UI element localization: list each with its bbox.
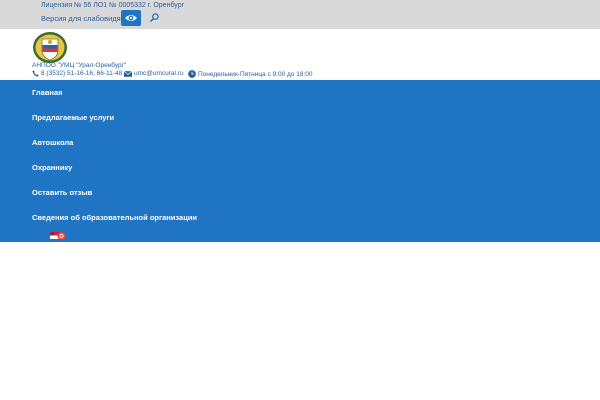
nav-item-feedback[interactable]: Оставить отзыв — [32, 188, 92, 197]
search-button[interactable] — [148, 11, 160, 23]
nav-item-security-guard[interactable]: Охраннику — [32, 163, 72, 172]
coat-of-arms-logo[interactable] — [31, 31, 69, 64]
site-header: АНПОО "УМЦ "Урал-Оренбург" 8 (3532) 51-1… — [0, 29, 600, 80]
nav-item-organization-info[interactable]: Сведения об образовательной организации — [32, 213, 197, 222]
nav-item-driving-school[interactable]: Автошкола — [32, 138, 73, 147]
organization-name: АНПОО "УМЦ "Урал-Оренбург" — [32, 62, 127, 69]
nav-item-services[interactable]: Предлагаемые услуги — [32, 113, 114, 122]
phone-number: 8 (3532) 51-16-16, 66-11-48 — [41, 70, 123, 77]
accessibility-toggle-button[interactable] — [121, 10, 141, 26]
search-icon — [149, 12, 159, 22]
nav-item-home[interactable]: Главная — [32, 88, 63, 97]
email-address[interactable]: umc@umcural.ru — [134, 70, 184, 77]
language-flags-icon[interactable] — [50, 231, 66, 243]
clock-icon — [188, 70, 196, 78]
license-text: Лицензия № 56 ЛО1 № 0005332 г. Оренбург — [41, 2, 185, 9]
phone-icon — [32, 70, 39, 77]
phone-contact: 8 (3532) 51-16-16, 66-11-48 — [32, 70, 122, 77]
working-hours: Понедельник-Пятница с 9:00 до 18:00 — [188, 70, 312, 78]
main-navigation: Главная Предлагаемые услуги Автошкола Ох… — [0, 80, 600, 242]
eye-icon — [125, 15, 137, 21]
top-bar: Лицензия № 56 ЛО1 № 0005332 г. Оренбург … — [0, 0, 600, 29]
envelope-icon — [124, 70, 132, 77]
working-hours-text: Понедельник-Пятница с 9:00 до 18:00 — [198, 70, 313, 78]
email-contact[interactable]: umc@umcural.ru — [124, 70, 184, 77]
